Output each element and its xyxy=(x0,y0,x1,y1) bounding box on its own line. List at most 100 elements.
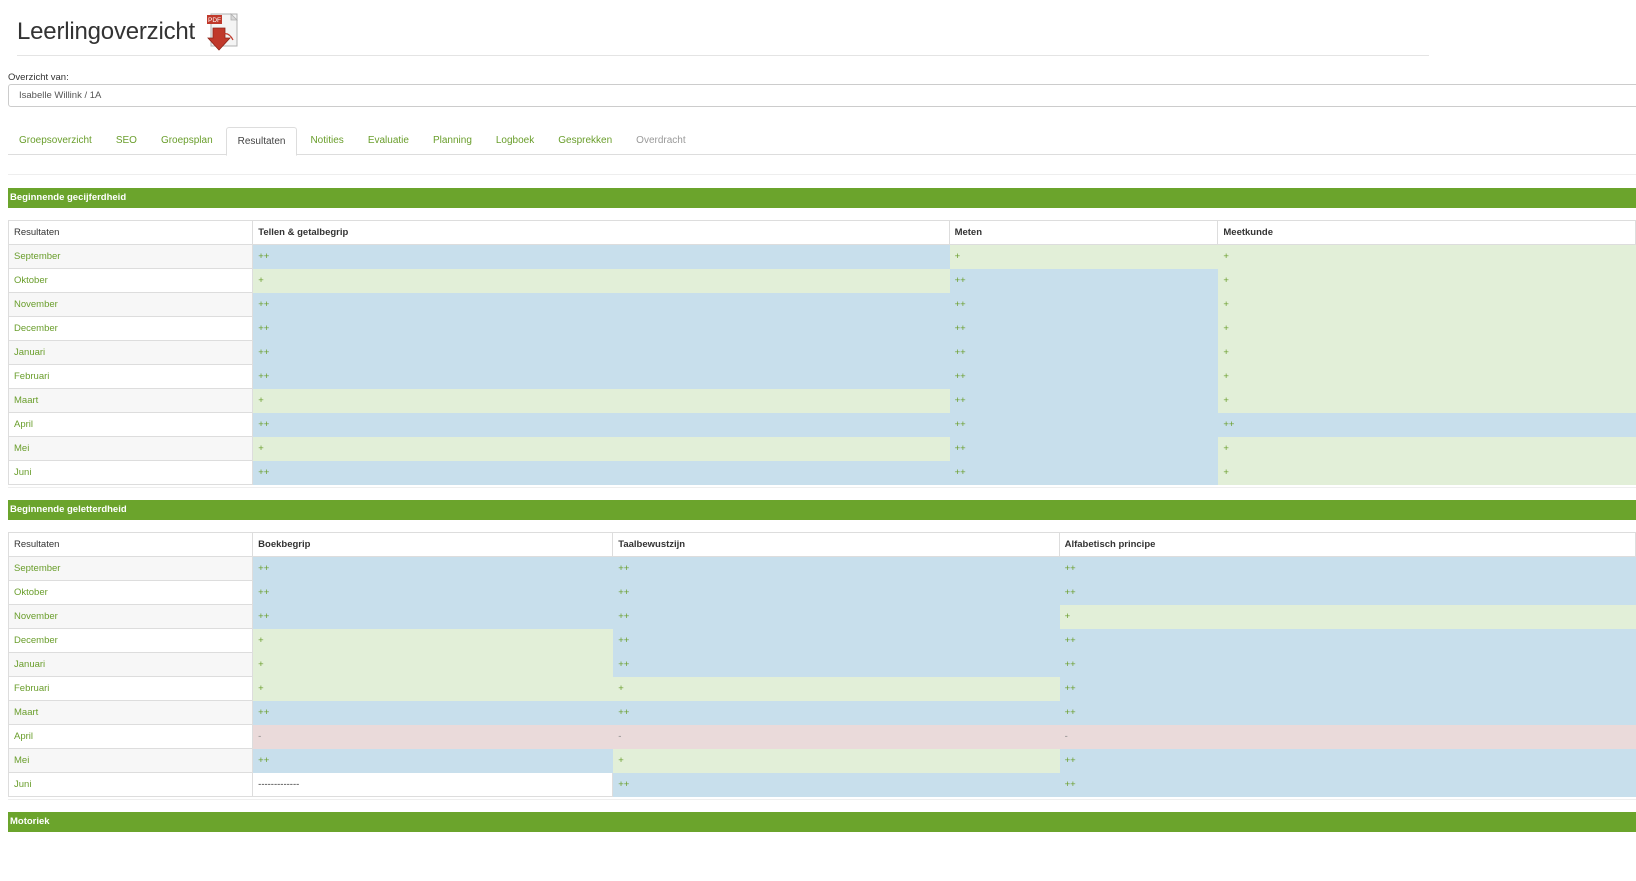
tab-overdracht[interactable]: Overdracht xyxy=(625,127,696,155)
score-cell[interactable]: ++ xyxy=(612,604,1060,629)
section-divider xyxy=(8,174,1636,175)
score-cell[interactable]: ++ xyxy=(948,292,1219,317)
score-cell[interactable]: + xyxy=(1217,388,1636,413)
score-cell[interactable]: + xyxy=(252,388,950,413)
score-cell[interactable]: + xyxy=(1217,292,1636,317)
score-cell[interactable]: ++ xyxy=(1058,628,1636,653)
score-cell[interactable]: ++ xyxy=(612,556,1060,581)
tab-notities[interactable]: Notities xyxy=(299,127,354,155)
score-cell[interactable]: ++ xyxy=(1058,772,1636,797)
month-cell[interactable]: Mei xyxy=(7,436,254,461)
score-cell[interactable]: ++ xyxy=(948,364,1219,389)
score-cell[interactable]: ++ xyxy=(948,268,1219,293)
score-cell[interactable]: + xyxy=(1058,604,1636,629)
month-cell[interactable]: Juni xyxy=(7,772,254,797)
month-cell[interactable]: Oktober xyxy=(7,580,254,605)
score-cell[interactable]: ++ xyxy=(1217,412,1636,437)
month-cell[interactable]: Februari xyxy=(7,676,254,701)
score-cell[interactable]: ++ xyxy=(252,316,950,341)
pdf-download-icon[interactable]: PDF xyxy=(203,12,243,52)
score-cell[interactable]: - xyxy=(1058,724,1636,749)
month-cell[interactable]: Januari xyxy=(7,340,254,365)
score-cell[interactable]: ++ xyxy=(1058,580,1636,605)
score-cell[interactable]: + xyxy=(1217,364,1636,389)
student-select[interactable]: Isabelle Willink / 1A xyxy=(8,84,1636,107)
score-cell[interactable]: + xyxy=(948,244,1219,269)
score-cell[interactable]: ++ xyxy=(252,460,950,485)
month-cell[interactable]: December xyxy=(7,316,254,341)
score-cell[interactable]: ++ xyxy=(1058,748,1636,773)
score-cell[interactable]: ++ xyxy=(252,556,614,581)
month-cell[interactable]: December xyxy=(7,628,254,653)
month-cell[interactable]: Mei xyxy=(7,748,254,773)
score-cell[interactable]: ++ xyxy=(948,436,1219,461)
score-cell[interactable]: ++ xyxy=(252,412,950,437)
month-cell[interactable]: November xyxy=(7,604,254,629)
score-cell[interactable]: ++ xyxy=(1058,652,1636,677)
score-cell[interactable]: ++ xyxy=(612,652,1060,677)
section-header-geletterdheid[interactable]: Beginnende geletterdheid xyxy=(8,500,1636,520)
score-cell[interactable]: + xyxy=(612,748,1060,773)
score-cell[interactable]: + xyxy=(1217,436,1636,461)
score-cell[interactable]: + xyxy=(252,676,614,701)
score-cell[interactable]: + xyxy=(1217,460,1636,485)
score-cell[interactable]: + xyxy=(252,628,614,653)
score-cell[interactable]: + xyxy=(252,268,950,293)
score-cell[interactable]: + xyxy=(1217,340,1636,365)
month-cell[interactable]: September xyxy=(7,244,254,269)
month-cell[interactable]: April xyxy=(7,412,254,437)
score-cell[interactable]: ++ xyxy=(948,340,1219,365)
score-cell[interactable]: ++ xyxy=(252,340,950,365)
score-cell[interactable]: + xyxy=(1217,316,1636,341)
score-cell[interactable]: ++ xyxy=(612,628,1060,653)
score-cell[interactable]: ++ xyxy=(252,244,950,269)
tab-groepsoverzicht[interactable]: Groepsoverzicht xyxy=(8,127,103,155)
score-cell[interactable]: ++ xyxy=(948,412,1219,437)
score-cell[interactable]: + xyxy=(1217,268,1636,293)
tab-gesprekken[interactable]: Gesprekken xyxy=(547,127,623,155)
score-cell[interactable]: - xyxy=(612,724,1060,749)
section-header-motoriek[interactable]: Motoriek xyxy=(8,812,1636,832)
score-cell[interactable]: ++ xyxy=(1058,676,1636,701)
score-cell[interactable]: ++ xyxy=(252,748,614,773)
table-row: Maart + ++ + xyxy=(7,388,1636,413)
table-row: November ++ ++ + xyxy=(7,604,1636,629)
score-cell[interactable]: + xyxy=(1217,244,1636,269)
results-table-geletterdheid: Resultaten Boekbegrip Taalbewustzijn Alfabe… xyxy=(7,532,1636,797)
score-cell[interactable]: ++ xyxy=(252,364,950,389)
month-cell[interactable]: November xyxy=(7,292,254,317)
score-cell[interactable]: ++ xyxy=(252,292,950,317)
score-cell[interactable]: ++ xyxy=(252,580,614,605)
score-cell[interactable]: ++ xyxy=(948,388,1219,413)
tab-groepsplan[interactable]: Groepsplan xyxy=(150,127,224,155)
score-cell[interactable]: ++ xyxy=(1058,556,1636,581)
tab-seo[interactable]: SEO xyxy=(105,127,148,155)
score-cell[interactable]: ++ xyxy=(948,460,1219,485)
tab-resultaten[interactable]: Resultaten xyxy=(225,127,298,156)
tab-planning[interactable]: Planning xyxy=(422,127,483,155)
month-cell[interactable]: Januari xyxy=(7,652,254,677)
score-cell[interactable]: ++ xyxy=(1058,700,1636,725)
month-cell[interactable]: Juni xyxy=(7,460,254,485)
month-cell[interactable]: Oktober xyxy=(7,268,254,293)
score-cell[interactable]: ++ xyxy=(252,604,614,629)
score-cell[interactable]: - xyxy=(252,724,614,749)
month-cell[interactable]: April xyxy=(7,724,254,749)
score-cell[interactable]: + xyxy=(612,676,1060,701)
section-header-gecijferdheid[interactable]: Beginnende gecijferdheid xyxy=(8,188,1636,208)
score-cell[interactable]: ++ xyxy=(252,700,614,725)
month-cell[interactable]: Maart xyxy=(7,388,254,413)
score-cell[interactable]: ++ xyxy=(948,316,1219,341)
score-cell[interactable]: ++ xyxy=(612,580,1060,605)
month-cell[interactable]: Februari xyxy=(7,364,254,389)
score-cell[interactable]: + xyxy=(252,436,950,461)
score-cell[interactable]: + xyxy=(252,652,614,677)
month-cell[interactable]: Maart xyxy=(7,700,254,725)
score-cell[interactable]: ------------- xyxy=(252,772,614,797)
table-header-row: Resultaten Boekbegrip Taalbewustzijn Alfabe… xyxy=(7,532,1636,557)
tab-evaluatie[interactable]: Evaluatie xyxy=(357,127,420,155)
score-cell[interactable]: ++ xyxy=(612,700,1060,725)
month-cell[interactable]: September xyxy=(7,556,254,581)
score-cell[interactable]: ++ xyxy=(612,772,1060,797)
tab-logboek[interactable]: Logboek xyxy=(485,127,545,155)
